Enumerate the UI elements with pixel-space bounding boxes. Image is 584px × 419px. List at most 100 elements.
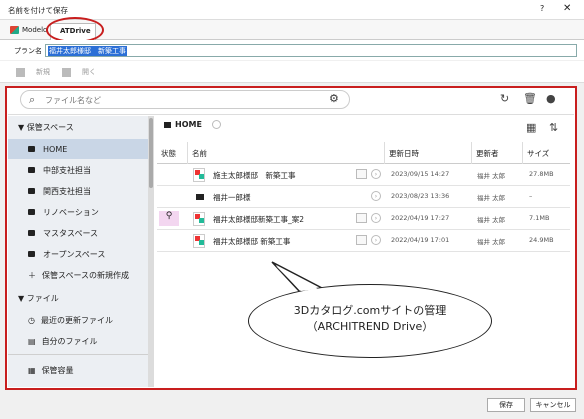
file-user: 福井 太郎 [477, 238, 506, 246]
col-updated[interactable]: 更新日時 [385, 142, 471, 164]
col-size[interactable]: サイズ [523, 142, 570, 164]
callout-line1: 3Dカタログ.comサイトの管理 [293, 304, 447, 317]
refresh-icon[interactable]: ↻ [500, 92, 509, 105]
image-icon[interactable] [356, 213, 367, 223]
file-toolbar: 新規 開く [0, 61, 584, 83]
help-button[interactable]: ? [540, 4, 544, 13]
cancel-button[interactable]: キャンセル [530, 398, 576, 412]
sidebar-item-open[interactable]: オープンスペース [8, 244, 148, 264]
search-bar[interactable]: ⌕ ⚙ [20, 90, 350, 109]
sidebar: ▼ 保管スペース HOME 中部支社担当 関西支社担当 リノベーション マスタス… [8, 116, 154, 387]
chevron-right-icon[interactable] [211, 120, 221, 129]
image-icon[interactable] [356, 169, 367, 179]
user-file-icon: ▤ [28, 337, 36, 346]
folder-icon [164, 121, 171, 128]
table-row[interactable]: 福井一郎様 › 2023/08/23 13:36 福井 太郎 – [157, 186, 570, 208]
file-date: 2022/04/19 17:01 [391, 236, 450, 244]
new-icon [16, 67, 25, 77]
file-size: 27.8MB [529, 170, 554, 178]
callout-line2: （ARCHITREND Drive） [306, 320, 434, 333]
new-button-label: 新規 [36, 68, 50, 76]
table-row[interactable]: 施主太郎様邸 新築工事 › 2023/09/15 14:27 福井 太郎 27.… [157, 164, 570, 186]
plus-icon: ＋ [28, 271, 36, 280]
table-row[interactable]: 福井太郎様邸 新築工事 › 2022/04/19 17:01 福井 太郎 24.… [157, 230, 570, 252]
sidebar-item-kansai[interactable]: 関西支社担当 [8, 181, 148, 201]
close-button[interactable]: ✕ [563, 3, 571, 14]
file-date: 2022/04/19 17:27 [391, 214, 450, 222]
sidebar-item-renovation[interactable]: リノベーション [8, 202, 148, 222]
sidebar-item-label: 中部支社担当 [43, 165, 91, 175]
col-name[interactable]: 名前 [188, 142, 384, 164]
plan-name-row: プラン名 福井太郎様邸 新築工事 [0, 40, 584, 60]
sidebar-item-label: HOME [43, 144, 68, 154]
database-icon: ▦ [28, 366, 36, 375]
breadcrumb-label[interactable]: HOME [175, 120, 202, 129]
my-files-label: 自分のファイル [41, 337, 98, 346]
file-size: 24.9MB [529, 236, 554, 244]
plan-file-icon [193, 168, 205, 182]
file-name: 福井太郎様邸新築工事_案2 [213, 215, 305, 224]
col-status[interactable]: 状態 [157, 142, 187, 164]
modelo-icon [10, 26, 19, 34]
chevron-right-icon[interactable]: › [371, 191, 381, 201]
storage-header[interactable]: ▼ 保管スペース [18, 122, 74, 133]
open-button-label: 開く [82, 68, 96, 76]
recent-files-item[interactable]: ◷ 最近の更新ファイル [28, 315, 113, 326]
callout-bubble: 3Dカタログ.comサイトの管理 （ARCHITREND Drive） [248, 284, 492, 358]
my-files-item[interactable]: ▤ 自分のファイル [28, 336, 98, 347]
title-bar: 名前を付けて保存 ? ✕ [0, 0, 584, 20]
filter-icon[interactable]: ⚙ [329, 92, 339, 105]
save-button[interactable]: 保存 [487, 398, 525, 412]
folder-icon [28, 209, 35, 215]
chevron-right-icon[interactable]: › [371, 235, 381, 245]
new-storage-button[interactable]: ＋ 保管スペースの新規作成 [28, 270, 129, 281]
folder-icon [28, 167, 35, 173]
sidebar-item-home[interactable]: HOME [8, 139, 148, 159]
folder-icon [28, 251, 35, 257]
folder-icon [28, 188, 35, 194]
sidebar-item-label: マスタスペース [43, 228, 99, 238]
open-button[interactable]: 開く [62, 67, 96, 77]
chevron-right-icon[interactable]: › [371, 169, 381, 179]
file-user: 福井 太郎 [477, 216, 506, 224]
file-name: 福井一郎様 [213, 193, 251, 202]
plan-name-value: 福井太郎様邸 新築工事 [48, 46, 127, 56]
file-user: 福井 太郎 [477, 172, 506, 180]
folder-icon [28, 230, 35, 236]
search-input[interactable] [45, 94, 315, 106]
tab-modelo-label: Modelo [22, 26, 48, 34]
new-storage-label: 保管スペースの新規作成 [42, 271, 130, 280]
sidebar-item-label: オープンスペース [43, 249, 106, 259]
divider [8, 114, 574, 115]
image-icon[interactable] [356, 235, 367, 245]
chevron-right-icon[interactable]: › [371, 213, 381, 223]
file-header[interactable]: ▼ ファイル [18, 293, 59, 304]
sidebar-item-label: 関西支社担当 [43, 186, 91, 196]
grid-view-icon[interactable]: ▦ [526, 121, 536, 134]
sort-icon[interactable]: ⇅ [549, 121, 558, 134]
sidebar-item-chubu[interactable]: 中部支社担当 [8, 160, 148, 180]
table-row[interactable]: ⚲ 福井太郎様邸新築工事_案2 › 2022/04/19 17:27 福井 太郎… [157, 208, 570, 230]
account-icon[interactable]: ● [546, 92, 556, 105]
folder-icon [196, 194, 204, 200]
storage-capacity-item[interactable]: ▦ 保管容量 [28, 365, 74, 376]
sidebar-item-label: リノベーション [43, 207, 99, 217]
plan-name-input[interactable]: 福井太郎様邸 新築工事 [45, 44, 577, 57]
file-date: 2023/08/23 13:36 [391, 192, 450, 200]
trash-icon[interactable]: 🗑 [523, 92, 537, 105]
search-icon: ⌕ [29, 93, 36, 106]
sidebar-scrollbar[interactable] [148, 116, 154, 387]
file-name: 福井太郎様邸 新築工事 [213, 237, 291, 246]
file-size: – [529, 192, 533, 200]
col-updater[interactable]: 更新者 [472, 142, 522, 164]
plan-file-icon [193, 234, 205, 248]
window-title: 名前を付けて保存 [8, 6, 68, 15]
breadcrumb: HOME [164, 120, 221, 129]
file-name: 施主太郎様邸 新築工事 [213, 171, 296, 180]
folder-icon [28, 146, 35, 152]
storage-capacity-label: 保管容量 [41, 366, 74, 375]
file-date: 2023/09/15 14:27 [391, 170, 450, 178]
sidebar-item-master[interactable]: マスタスペース [8, 223, 148, 243]
scroll-thumb[interactable] [149, 118, 153, 188]
new-button[interactable]: 新規 [16, 67, 50, 77]
